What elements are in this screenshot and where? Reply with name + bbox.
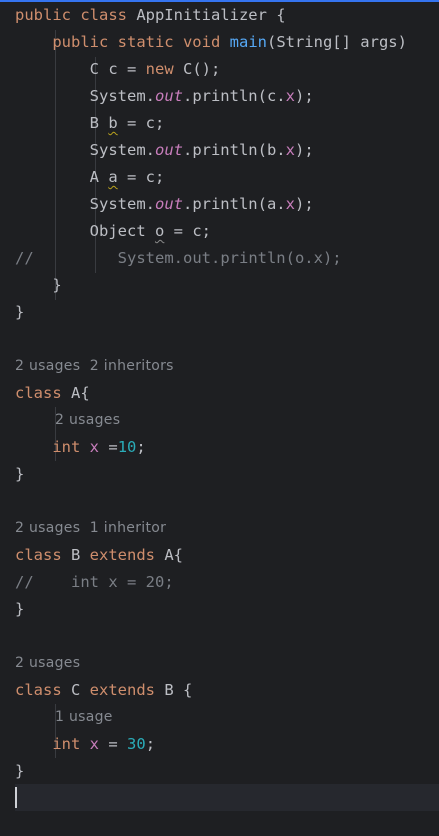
usages-hint-class-c[interactable]: 2 usages <box>15 650 80 677</box>
code-line-assign-b[interactable]: B b = c; <box>15 110 165 137</box>
code-line-close-a[interactable]: } <box>15 461 24 488</box>
code-line-println-c[interactable]: System.out.println(c.x); <box>15 83 314 110</box>
code-line-assign-object[interactable]: Object o = c; <box>15 218 211 245</box>
code-line-close-class[interactable]: } <box>15 299 24 326</box>
variable-warning[interactable]: a <box>108 168 117 186</box>
usages-hint-class-a[interactable]: 2 usages 2 inheritors <box>15 353 174 380</box>
usages-hint-field-a[interactable]: 2 usages <box>55 407 120 434</box>
code-line-field-a[interactable]: int x =10; <box>15 434 145 461</box>
code-editor[interactable]: public class AppInitializer { public sta… <box>0 0 439 836</box>
code-line-class-b[interactable]: class B extends A{ <box>15 542 183 569</box>
code-line-main-method[interactable]: public static void main(String[] args) <box>15 29 407 56</box>
code-line-println-b[interactable]: System.out.println(b.x); <box>15 137 314 164</box>
code-line-class-c[interactable]: class C extends B { <box>15 677 192 704</box>
code-line-close-c[interactable]: } <box>15 758 24 785</box>
code-line-commented-field-b[interactable]: // int x = 20; <box>15 569 174 596</box>
method-name[interactable]: main <box>230 33 267 51</box>
text-caret <box>15 787 17 808</box>
current-line-highlight[interactable] <box>15 784 439 811</box>
code-line-assign-a[interactable]: A a = c; <box>15 164 165 191</box>
unused-variable-warning[interactable]: o <box>155 222 164 240</box>
code-line-class-a[interactable]: class A{ <box>15 380 90 407</box>
code-line-close-b[interactable]: } <box>15 596 24 623</box>
variable-warning[interactable]: b <box>108 114 117 132</box>
code-line-field-c[interactable]: int x = 30; <box>15 731 155 758</box>
code-line-close-main[interactable]: } <box>15 272 61 299</box>
usages-hint-class-b[interactable]: 2 usages 1 inheritor <box>15 515 166 542</box>
code-line-commented-println[interactable]: // System.out.println(o.x); <box>15 245 342 272</box>
usages-hint-field-c[interactable]: 1 usage <box>55 704 113 731</box>
code-line-class-appinitializer[interactable]: public class AppInitializer { <box>15 2 286 29</box>
code-line-new-c[interactable]: C c = new C(); <box>15 56 221 83</box>
code-line-println-a[interactable]: System.out.println(a.x); <box>15 191 314 218</box>
